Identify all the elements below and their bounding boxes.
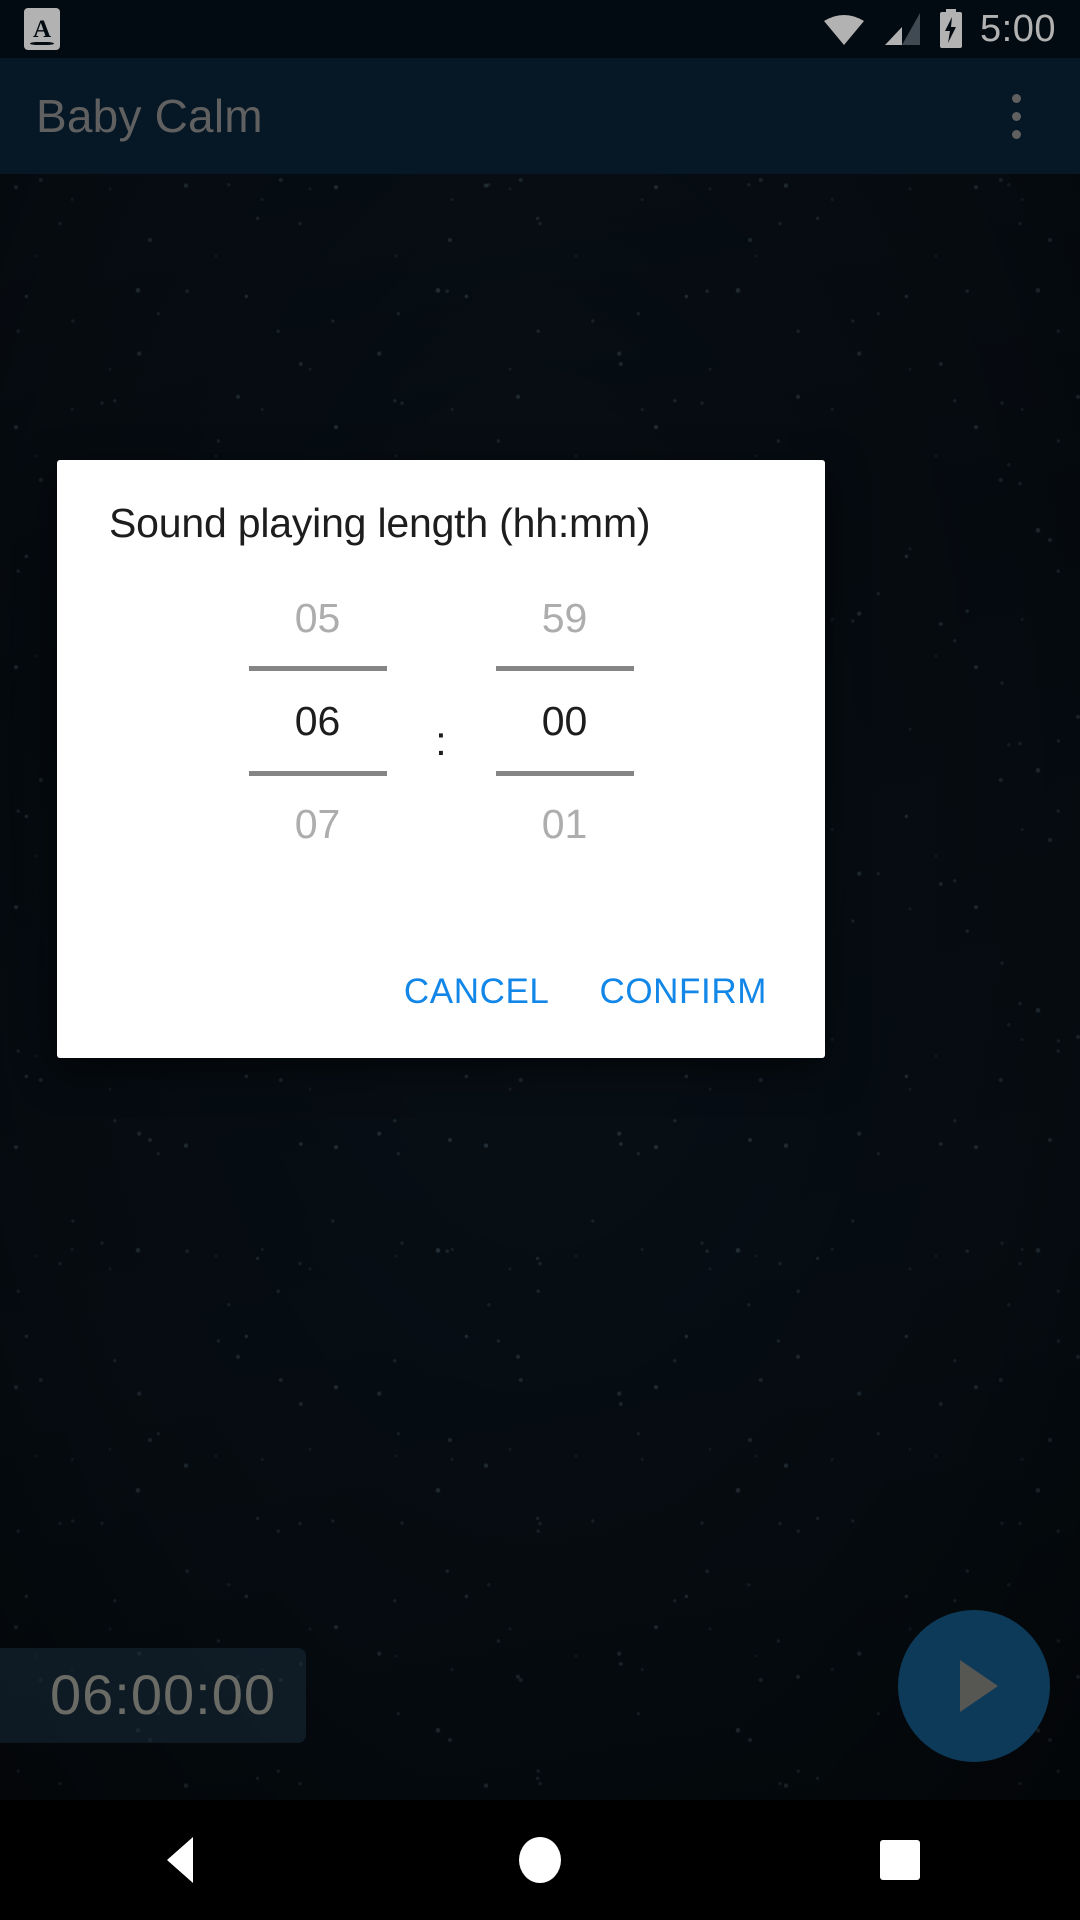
minutes-previous-value[interactable]: 59 [462, 570, 667, 666]
hours-picker-column[interactable]: 05 06 07 [215, 570, 420, 872]
minutes-picker-column[interactable]: 59 00 01 [462, 570, 667, 872]
cancel-button[interactable]: CANCEL [390, 956, 564, 1028]
phone-screen: 06:00:00 A 5:00 Baby Calm Sound playing … [0, 0, 1080, 1920]
dialog-title: Sound playing length (hh:mm) [109, 500, 651, 546]
time-separator: : [435, 718, 447, 764]
hours-previous-value[interactable]: 05 [215, 570, 420, 666]
duration-picker-dialog: Sound playing length (hh:mm) 05 06 07 : … [57, 460, 825, 1058]
recents-square-icon [880, 1840, 920, 1880]
hours-next-value[interactable]: 07 [215, 776, 420, 872]
back-triangle-icon [167, 1837, 193, 1883]
home-circle-icon [519, 1837, 561, 1883]
duration-picker: 05 06 07 : 59 00 01 [57, 570, 825, 872]
nav-back-button[interactable] [0, 1800, 360, 1920]
hours-selected-value[interactable]: 06 [215, 671, 420, 771]
dialog-action-row: CANCEL CONFIRM [57, 956, 825, 1028]
confirm-button[interactable]: CONFIRM [585, 956, 781, 1028]
system-navigation-bar [0, 1800, 1080, 1920]
nav-recents-button[interactable] [720, 1800, 1080, 1920]
minutes-next-value[interactable]: 01 [462, 776, 667, 872]
minutes-selected-value[interactable]: 00 [462, 671, 667, 771]
nav-home-button[interactable] [360, 1800, 720, 1920]
